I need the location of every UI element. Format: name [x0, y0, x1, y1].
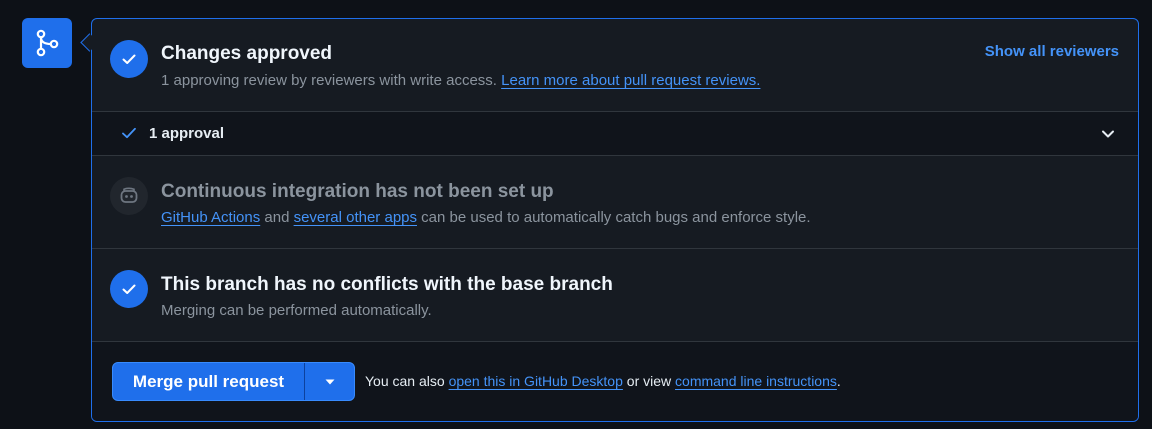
merge-note-middle: or view: [626, 373, 672, 389]
conflicts-section: This branch has no conflicts with the ba…: [92, 249, 1138, 342]
approval-count-label: 1 approval: [149, 125, 225, 142]
command-line-instructions-link[interactable]: command line instructions: [675, 373, 837, 389]
merge-alternatives-note: You can also open this in GitHub Desktop…: [365, 373, 841, 389]
merge-note-suffix: .: [836, 373, 841, 389]
merge-box: Changes approved 1 approving review by r…: [91, 18, 1139, 422]
merge-note-prefix: You can also: [365, 373, 445, 389]
merge-section: Merge pull request You can also open thi…: [92, 342, 1138, 421]
check-circle-icon: [110, 40, 148, 78]
other-apps-link[interactable]: several other apps: [294, 209, 417, 226]
changes-approved-title: Changes approved: [161, 43, 333, 64]
reviews-section: Changes approved 1 approving review by r…: [92, 19, 1138, 111]
ci-title: Continuous integration has not been set …: [161, 181, 554, 202]
show-all-reviewers-link[interactable]: Show all reviewers: [985, 43, 1119, 60]
check-icon: [121, 125, 137, 146]
git-merge-icon: [22, 18, 72, 68]
triangle-down-icon: [324, 373, 336, 391]
open-in-desktop-link[interactable]: open this in GitHub Desktop: [449, 373, 623, 389]
github-actions-link[interactable]: GitHub Actions: [161, 209, 260, 226]
ci-description: GitHub Actions and several other apps ca…: [161, 209, 811, 226]
merge-button-group: Merge pull request: [112, 362, 355, 401]
changes-approved-description: 1 approving review by reviewers with wri…: [161, 72, 760, 89]
ci-text-and: and: [264, 209, 290, 226]
learn-more-link[interactable]: Learn more about pull request reviews.: [501, 72, 760, 89]
approvals-row[interactable]: 1 approval: [92, 111, 1138, 156]
merge-pull-request-button[interactable]: Merge pull request: [113, 363, 305, 400]
no-conflicts-title: This branch has no conflicts with the ba…: [161, 274, 613, 295]
ci-text-rest: can be used to automatically catch bugs …: [421, 209, 811, 226]
approved-description-text: 1 approving review by reviewers with wri…: [161, 72, 497, 89]
robot-icon: [110, 177, 148, 215]
merge-options-dropdown[interactable]: [305, 363, 354, 400]
no-conflicts-description: Merging can be performed automatically.: [161, 302, 432, 319]
check-circle-icon: [110, 270, 148, 308]
ci-section: Continuous integration has not been set …: [92, 156, 1138, 249]
chevron-down-icon[interactable]: [1100, 126, 1116, 147]
